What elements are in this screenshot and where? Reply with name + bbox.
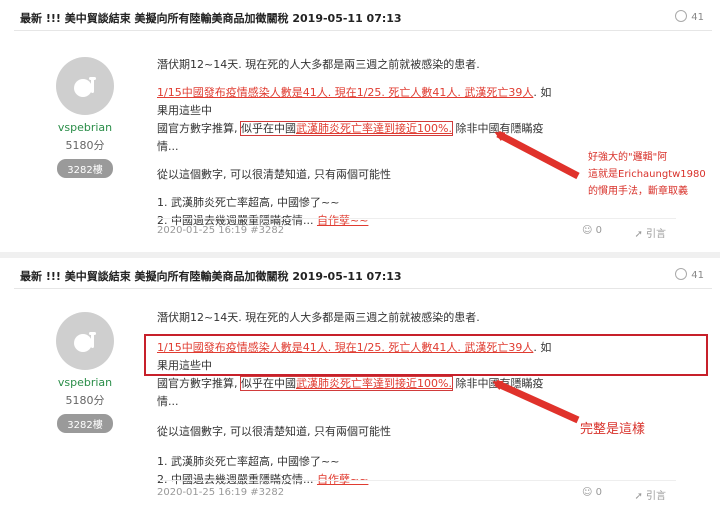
- annotation-arrows: [492, 130, 580, 424]
- arrow-2: [492, 379, 580, 424]
- arrow-1: [494, 130, 580, 180]
- annotation-note-1: 好強大的"邏輯"阿 這就是Erichaungtw1980 的慣用手法，斷章取義: [588, 152, 706, 197]
- annotation-note-2: 完整是這樣: [580, 422, 646, 437]
